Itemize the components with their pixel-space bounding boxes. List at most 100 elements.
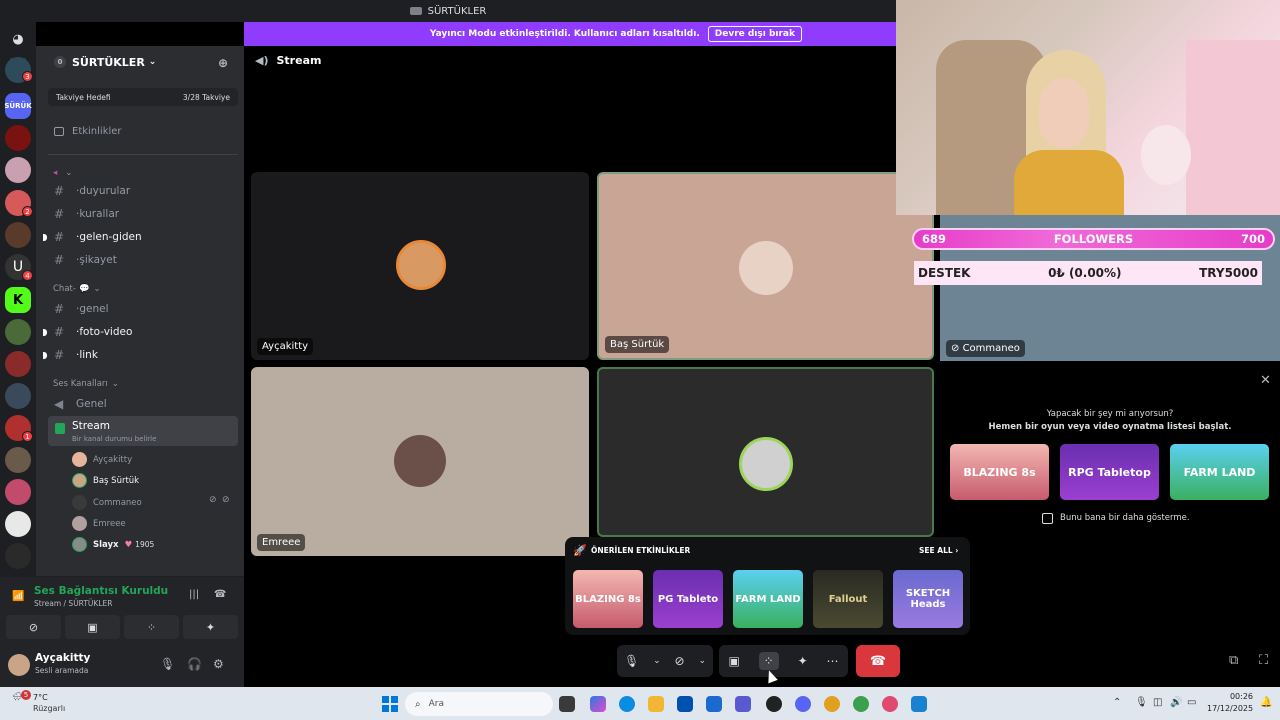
voice-channel-genel[interactable]: ◀ Genel [54,397,107,411]
voice-channel-stream[interactable]: Stream Bir kanal durumu belirle [48,416,238,446]
channel-sikayet[interactable]: # · şikayet [54,253,117,267]
chevron-up-icon[interactable]: ⌃ [1113,697,1121,708]
soundboard-icon[interactable]: ✦ [798,654,808,668]
battery-icon[interactable]: ▭ [1187,697,1196,708]
channel-status[interactable]: Bir kanal durumu belirle [72,435,156,443]
network-icon[interactable]: ◫ [1153,697,1162,708]
discord-home-icon[interactable]: ◕ [5,26,31,52]
game-card[interactable]: PG Tableto [653,570,723,628]
fullscreen-icon[interactable]: ⛶ [1259,653,1268,668]
microphone-icon[interactable]: 🎙 [160,657,175,671]
chevron-down-icon[interactable]: ⌄ [653,656,661,666]
obs-icon[interactable] [766,696,782,712]
boost-goal[interactable]: Takviye Hedefi 3/28 Takviye [48,88,238,106]
channel-duyurular[interactable]: # · duyurular [54,184,130,198]
server-icon[interactable] [5,511,31,537]
game-card[interactable]: BLAZING 8s [573,570,643,628]
taskbar-time[interactable]: 00:26 [1207,692,1253,701]
channel-link[interactable]: # · link [43,348,98,362]
server-icon[interactable] [5,157,31,183]
voice-user[interactable]: Baş Sürtük [72,473,139,488]
category-header[interactable]: Ses Kanalları ⌄ [53,379,119,389]
more-icon[interactable]: ⋯ [827,654,839,668]
activities-button[interactable]: ⁘ [124,615,179,639]
user-avatar[interactable] [8,654,30,676]
channel-kurallar[interactable]: # · kurallar [54,207,119,221]
windows-start-icon[interactable] [382,696,398,712]
activity-card-farm[interactable]: FARM LAND [1170,444,1269,500]
close-icon[interactable]: ✕ [1260,373,1271,388]
voice-user[interactable]: Slayx ♥ 1905 [72,537,154,552]
weather-temp[interactable]: 7°C [33,693,48,702]
dont-show-checkbox[interactable] [1042,513,1053,524]
taskbar-search[interactable]: ⌕ Ara [405,692,553,716]
gear-icon[interactable]: ⚙ [213,657,224,671]
activities-icon[interactable]: ⁘ [758,652,779,670]
server-icon[interactable] [5,383,31,409]
camera-off-button[interactable]: ⊘ [6,615,61,639]
chrome-icon[interactable] [853,696,869,712]
task-view-icon[interactable] [559,696,575,712]
dont-show-label[interactable]: Bunu bana bir daha gösterme. [1060,513,1190,523]
add-user-icon[interactable]: ⊕ [218,56,228,70]
participant-tile-speaking[interactable] [597,367,934,537]
screen-share-button[interactable]: ▣ [65,615,120,639]
server-icon-surtukler[interactable]: SÜRÜK [4,93,32,119]
soundboard-button[interactable]: ✦ [183,615,238,639]
app-icon[interactable] [911,696,927,712]
chevron-down-icon[interactable]: ⌄ [698,656,706,666]
outlook-icon[interactable] [706,696,722,712]
app-icon[interactable] [882,696,898,712]
signal-icon[interactable]: 📶 [12,591,24,602]
game-card[interactable]: Fallout [813,570,883,628]
microphone-icon[interactable]: 🎙 [1135,697,1148,708]
activity-card-rpg[interactable]: RPG Tabletop [1060,444,1159,500]
server-icon[interactable] [5,543,31,569]
server-icon[interactable] [5,447,31,473]
server-icon[interactable] [5,125,31,151]
discord-icon[interactable] [795,696,811,712]
server-header[interactable]: 0 SÜRTÜKLER ⌄ ⊕ [36,46,244,78]
voice-user[interactable]: Ayçakitty [72,452,132,467]
kick-server-icon[interactable]: K [5,287,31,313]
store-icon[interactable] [677,696,693,712]
weather-condition[interactable]: Rüzgarlı [33,704,65,713]
notification-icon[interactable]: 🔔 [1260,697,1272,708]
edge-icon[interactable] [619,696,635,712]
taskbar-date[interactable]: 17/12/2025 [1207,704,1253,713]
user-name[interactable]: Ayçakitty [35,652,90,664]
voice-status-title[interactable]: Ses Bağlantısı Kuruldu [34,585,168,597]
screen-share-icon[interactable]: ▣ [728,654,739,668]
headphones-icon[interactable]: 🎧 [187,657,202,671]
file-explorer-icon[interactable] [648,696,664,712]
noise-suppression-icon[interactable]: ||| [189,589,199,600]
activity-card-blazing[interactable]: BLAZING 8s [950,444,1049,500]
server-icon[interactable] [5,222,31,248]
channel-foto-video[interactable]: # · foto-video [43,325,132,339]
microphone-icon[interactable]: 🎙 [624,654,639,668]
voice-user[interactable]: Emreee [72,516,126,531]
participant-tile[interactable]: Emreee [251,367,589,556]
participant-tile-speaking[interactable]: Baş Sürtük [597,172,934,360]
see-all-link[interactable]: SEE ALL › [919,546,958,555]
participant-tile[interactable]: Ayçakitty [251,172,589,360]
channel-gelen-giden[interactable]: # · gelen-giden [43,230,142,244]
channel-genel[interactable]: # · genel [54,302,109,316]
camera-off-icon[interactable]: ⊘ [675,654,685,668]
server-icon[interactable] [5,351,31,377]
copilot-icon[interactable] [590,696,606,712]
server-icon[interactable] [5,479,31,505]
disable-streamer-mode-button[interactable]: Devre dışı bırak [707,26,802,42]
chrome-icon[interactable] [824,696,840,712]
pop-out-icon[interactable]: ⧉ [1229,653,1238,668]
voice-user[interactable]: Commaneo [72,495,142,510]
category-header[interactable]: Chat- 💬 ⌄ [53,284,101,294]
volume-icon[interactable]: 🔊 [1170,697,1182,708]
teams-icon[interactable] [735,696,751,712]
hang-up-button[interactable]: ☎ [856,645,900,677]
game-card[interactable]: FARM LAND [733,570,803,628]
disconnect-icon[interactable]: ☎ [214,589,226,600]
game-card[interactable]: SKETCH Heads [893,570,963,628]
server-icon[interactable] [5,319,31,345]
category-header[interactable]: ◂ ⌄ [53,168,72,178]
